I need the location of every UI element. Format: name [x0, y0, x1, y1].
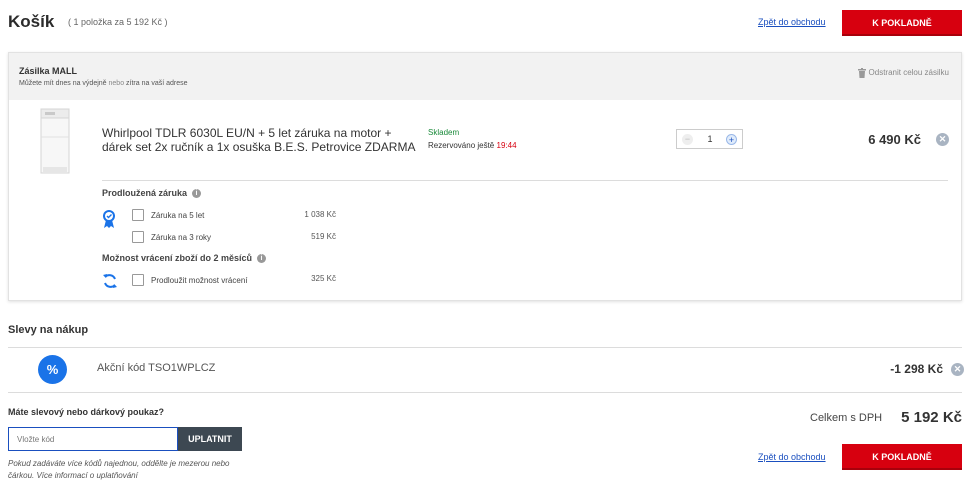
refresh-icon: [103, 274, 117, 288]
voucher-help-text: Pokud zadáváte více kódů najednou, odděl…: [8, 459, 230, 480]
remove-shipment-button[interactable]: Odstranit celou zásilku: [857, 68, 949, 78]
info-icon[interactable]: i: [257, 254, 267, 264]
warranty-3y-price: 519 Kč: [311, 232, 336, 241]
warranty-title: Prodloužená záruka: [102, 188, 188, 198]
remove-shipment-label: Odstranit celou zásilku: [868, 68, 949, 78]
warranty-3y-label[interactable]: Záruka na 3 roky: [151, 233, 211, 242]
reservation-label: Rezervováno ještě: [428, 141, 495, 150]
trash-icon: [857, 68, 866, 78]
checkout-button-bottom[interactable]: K POKLADNĚ: [842, 444, 962, 470]
increase-quantity-button[interactable]: +: [726, 134, 737, 145]
warranty-5y-label[interactable]: Záruka na 5 let: [151, 211, 204, 220]
returns-title: Možnost vrácení zboží do 2 měsíců: [102, 253, 253, 263]
warranty-3y-checkbox[interactable]: [132, 231, 144, 243]
total-label: Celkem s DPH: [810, 412, 883, 424]
divider: [8, 392, 962, 393]
back-to-shop-link[interactable]: Zpět do obchodu: [758, 17, 826, 27]
shipment-title: Zásilka MALL: [19, 66, 78, 76]
shipment-package: Zásilka MALL Můžete mít dnes na výdejně …: [8, 52, 962, 301]
quantity-stepper: − 1 +: [676, 129, 743, 149]
back-to-shop-link-bottom[interactable]: Zpět do obchodu: [758, 452, 826, 462]
voucher-code-input[interactable]: [8, 427, 178, 451]
quantity-value[interactable]: 1: [701, 134, 719, 144]
total-price: 5 192 Kč: [901, 409, 962, 426]
product-name[interactable]: Whirlpool TDLR 6030L EU/N + 5 let záruka…: [102, 126, 422, 154]
delivery-suffix: zítra na vaší adrese: [126, 80, 188, 87]
product-price: 6 490 Kč: [868, 132, 921, 147]
remove-item-button[interactable]: ✕: [936, 133, 949, 146]
decrease-quantity-button[interactable]: −: [682, 134, 693, 145]
discounts-title: Slevy na nákup: [8, 324, 89, 336]
checkout-button-top[interactable]: K POKLADNĚ: [842, 10, 962, 36]
cart-summary-count: ( 1 položka za 5 192 Kč ): [68, 17, 168, 27]
percent-icon: %: [38, 355, 67, 384]
divider: [8, 347, 962, 348]
delivery-or: nebo: [108, 80, 125, 87]
promo-code-label: Akční kód TSO1WPLCZ: [97, 362, 216, 374]
warranty-badge-icon: [103, 210, 115, 228]
extended-return-checkbox[interactable]: [132, 274, 144, 286]
warranty-5y-price: 1 038 Kč: [304, 210, 336, 219]
product-image[interactable]: [31, 107, 79, 177]
page-title: Košík: [8, 12, 55, 31]
delivery-prefix: Můžete mít dnes na výdejně: [19, 80, 107, 87]
delivery-info: Můžete mít dnes na výdejně nebo zítra na…: [19, 80, 188, 87]
extended-return-price: 325 Kč: [311, 274, 336, 283]
warranty-section-title: Prodloužená záruka i: [102, 188, 202, 199]
warranty-5y-checkbox[interactable]: [132, 209, 144, 221]
divider: [102, 180, 948, 181]
remove-promo-code-button[interactable]: ✕: [951, 363, 964, 376]
stock-status: Skladem: [428, 128, 460, 137]
returns-section-title: Možnost vrácení zboží do 2 měsíců i: [102, 253, 267, 264]
info-icon[interactable]: i: [192, 189, 202, 199]
apply-voucher-button[interactable]: UPLATNIT: [178, 427, 242, 451]
voucher-title: Máte slevový nebo dárkový poukaz?: [8, 407, 165, 417]
promo-code-amount: -1 298 Kč: [890, 362, 943, 376]
extended-return-label[interactable]: Prodloužit možnost vrácení: [151, 276, 248, 285]
reservation-time: 19:44: [496, 141, 517, 150]
reservation-info: Rezervováno ještě 19:44: [428, 141, 517, 150]
shipment-header: Zásilka MALL Můžete mít dnes na výdejně …: [9, 53, 961, 100]
